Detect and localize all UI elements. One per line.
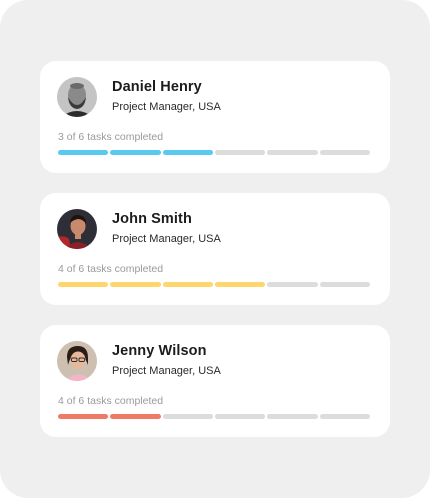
progress-text: 4 of 6 tasks completed bbox=[58, 395, 164, 407]
progress-segment-complete bbox=[110, 282, 161, 287]
progress-bar bbox=[58, 282, 370, 287]
progress-text: 3 of 6 tasks completed bbox=[58, 131, 164, 143]
progress-segment-empty bbox=[267, 414, 318, 419]
progress-segment-empty bbox=[162, 414, 213, 419]
user-role: Project Manager, USA bbox=[112, 365, 221, 377]
user-name: Jenny Wilson bbox=[112, 343, 207, 359]
progress-segment-empty bbox=[214, 414, 266, 419]
progress-segment-empty bbox=[214, 150, 266, 155]
user-role: Project Manager, USA bbox=[112, 101, 221, 113]
user-card[interactable]: John Smith Project Manager, USA 4 of 6 t… bbox=[40, 193, 390, 305]
progress-segment-empty bbox=[319, 282, 370, 287]
progress-segment-complete bbox=[110, 414, 161, 419]
user-role: Project Manager, USA bbox=[112, 233, 221, 245]
progress-segment-complete bbox=[162, 282, 213, 287]
progress-segment-empty bbox=[267, 150, 318, 155]
avatar bbox=[57, 77, 97, 117]
user-card[interactable]: Daniel Henry Project Manager, USA 3 of 6… bbox=[40, 61, 390, 173]
progress-segment-complete bbox=[162, 150, 213, 155]
progress-segment-complete bbox=[214, 282, 266, 287]
progress-text: 4 of 6 tasks completed bbox=[58, 263, 164, 275]
background-panel: Daniel Henry Project Manager, USA 3 of 6… bbox=[0, 0, 430, 498]
progress-bar bbox=[58, 150, 370, 155]
user-card[interactable]: Jenny Wilson Project Manager, USA 4 of 6… bbox=[40, 325, 390, 437]
user-name: Daniel Henry bbox=[112, 79, 202, 95]
avatar bbox=[57, 209, 97, 249]
progress-segment-empty bbox=[319, 150, 370, 155]
progress-segment-empty bbox=[267, 282, 318, 287]
progress-bar bbox=[58, 414, 370, 419]
progress-segment-complete bbox=[58, 150, 109, 155]
progress-segment-empty bbox=[319, 414, 370, 419]
avatar bbox=[57, 341, 97, 381]
progress-segment-complete bbox=[110, 150, 161, 155]
progress-segment-complete bbox=[58, 414, 109, 419]
progress-segment-complete bbox=[58, 282, 109, 287]
user-name: John Smith bbox=[112, 211, 192, 227]
